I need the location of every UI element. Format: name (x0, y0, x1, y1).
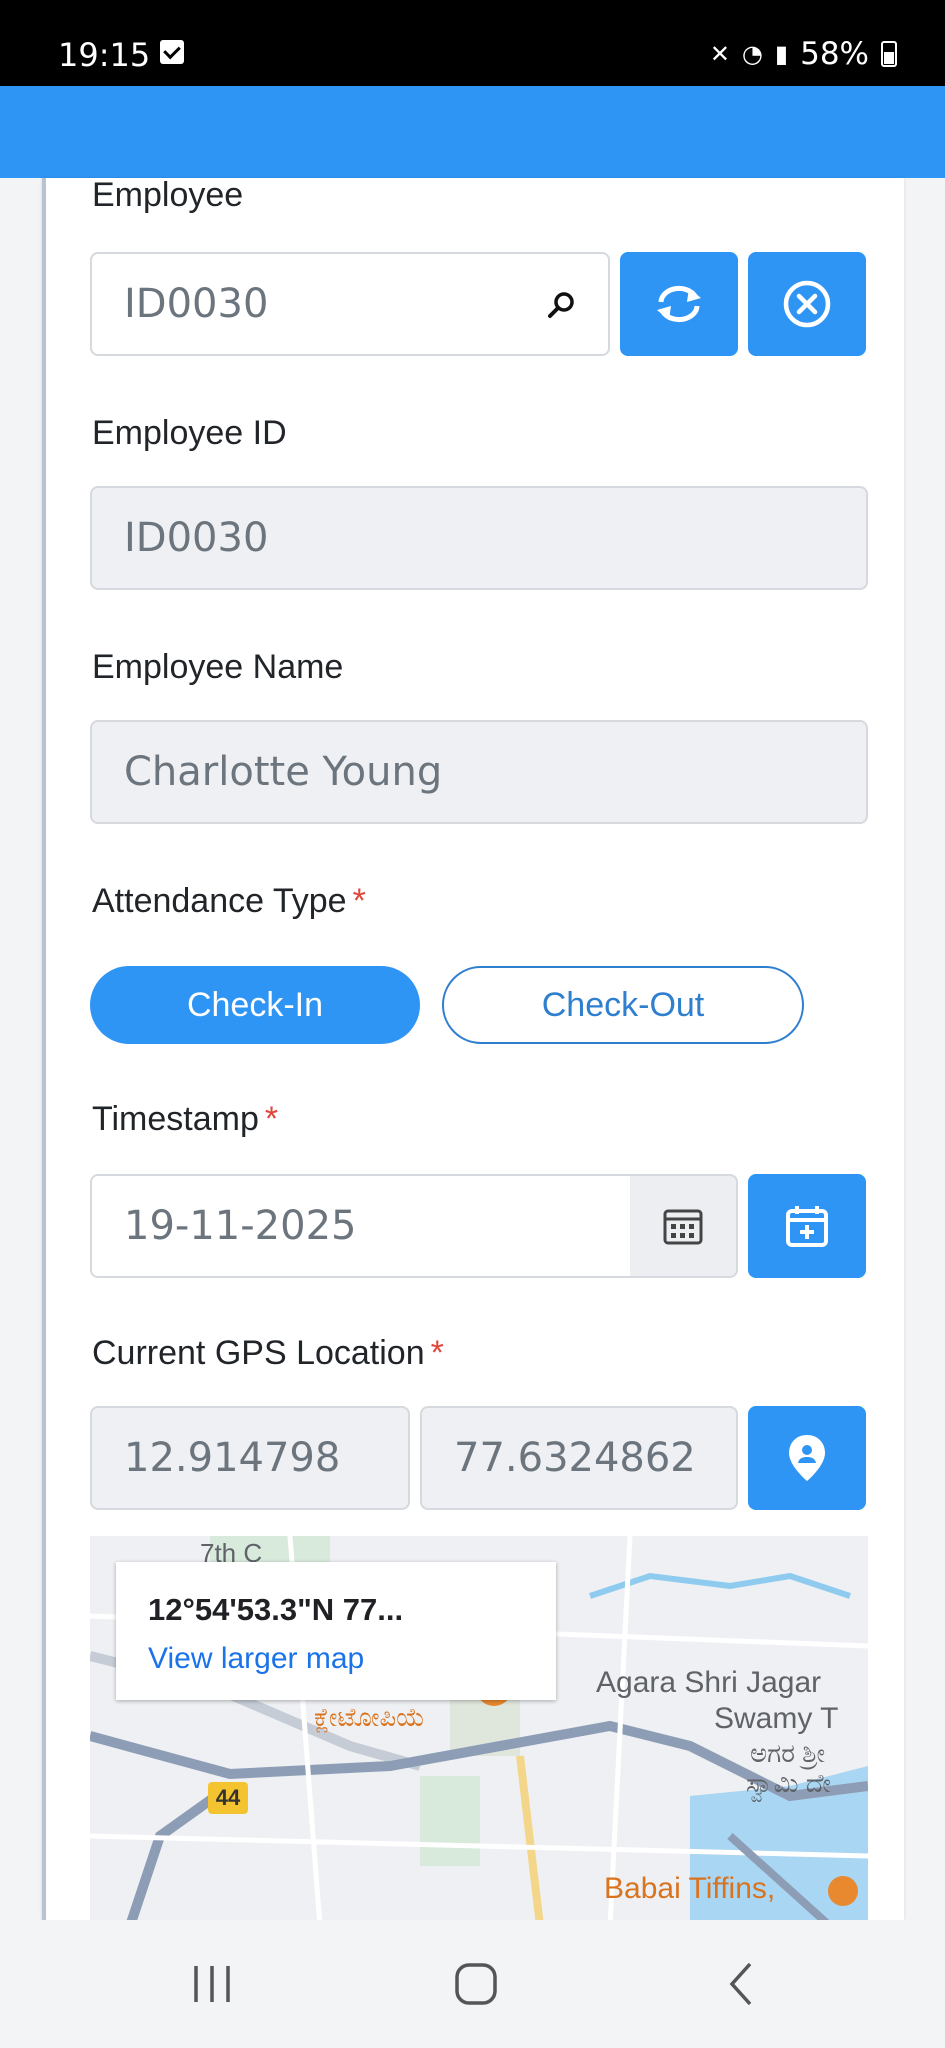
signal-icon: ▮ (774, 40, 789, 68)
check-in-toggle[interactable]: Check-In (90, 966, 420, 1044)
status-time: 19:15 (58, 36, 151, 74)
location-icon (789, 1435, 825, 1481)
location-map[interactable]: 7th C ಕ್ಲೇಟೋಪಿಯೆ Agara Shri Jagar Swamy … (90, 1536, 868, 1920)
employee-name-value: Charlotte Young (124, 749, 443, 795)
battery-percent: 58% (800, 36, 869, 72)
set-timestamp-button[interactable] (748, 1174, 866, 1278)
latitude-value: 12.914798 (124, 1435, 341, 1481)
gps-text: Current GPS Location (92, 1334, 425, 1372)
required-marker: * (264, 1100, 279, 1138)
map-label-agara-2: Swamy T (714, 1702, 839, 1735)
calendar-add-icon (786, 1206, 828, 1247)
refresh-icon (657, 285, 701, 323)
longitude-field: 77.6324862 (420, 1406, 738, 1510)
back-icon[interactable] (722, 1960, 762, 2008)
view-larger-map-link[interactable]: View larger map (148, 1642, 364, 1676)
app-bar (0, 86, 945, 178)
employee-search-input[interactable]: ID0030 (90, 252, 610, 356)
employee-id-label: Employee ID (92, 414, 287, 452)
notification-check-icon (160, 40, 184, 64)
get-location-button[interactable] (748, 1406, 866, 1510)
required-marker: * (352, 882, 366, 920)
restaurant-pin-icon[interactable] (828, 1876, 858, 1906)
employee-name-field: Charlotte Young (90, 720, 868, 824)
attendance-type-label: Attendance Type * (92, 882, 366, 921)
employee-search-value: ID0030 (124, 281, 269, 327)
timestamp-input[interactable]: 19-11-2025 (90, 1174, 632, 1278)
required-marker: * (430, 1334, 444, 1372)
employee-name-label: Employee Name (92, 648, 344, 686)
employee-id-value: ID0030 (124, 515, 269, 561)
road-shield: 44 (208, 1782, 248, 1814)
map-label-babai: Babai Tiffins, (604, 1872, 776, 1905)
system-navigation-bar (0, 1920, 945, 2048)
battery-icon (881, 41, 897, 67)
wifi-icon: ◔ (741, 40, 763, 68)
employee-label: Employee (92, 178, 244, 214)
mute-icon: ✕ (709, 40, 730, 68)
recent-apps-icon[interactable] (188, 1960, 236, 2008)
map-label-agara-kn-1: ಅಗರ ಶ್ರೀ (750, 1738, 826, 1768)
longitude-value: 77.6324862 (454, 1435, 696, 1481)
map-info-popup: 12°54'53.3"N 77... View larger map (116, 1562, 556, 1700)
latitude-field: 12.914798 (90, 1406, 410, 1510)
clear-icon (783, 280, 831, 328)
map-label-agara-kn-2: ಸ್ವಾಮಿ ದೇ (746, 1768, 832, 1798)
check-out-toggle[interactable]: Check-Out (442, 966, 804, 1044)
map-label-agara-1: Agara Shri Jagar (596, 1666, 822, 1699)
timestamp-label: Timestamp * (92, 1100, 278, 1139)
calendar-icon (663, 1209, 703, 1245)
search-icon[interactable] (546, 290, 576, 320)
attendance-type-text: Attendance Type (92, 882, 347, 920)
refresh-button[interactable] (620, 252, 738, 356)
map-label-place-kn: ಕ್ಲೇಟೋಪಿಯೆ (314, 1702, 426, 1732)
status-bar: 19:15 ✕ ◔ ▮ 58% (0, 0, 945, 86)
calendar-picker-button[interactable] (630, 1174, 738, 1278)
employee-id-field: ID0030 (90, 486, 868, 590)
home-icon[interactable] (452, 1960, 500, 2008)
timestamp-text: Timestamp (92, 1100, 259, 1138)
clear-button[interactable] (748, 252, 866, 356)
attendance-form-card: Employee ID0030 Employee ID ID0030 Emplo… (42, 178, 904, 1920)
map-coordinates: 12°54'53.3"N 77... (148, 1592, 404, 1627)
gps-label: Current GPS Location * (92, 1334, 444, 1373)
timestamp-value: 19-11-2025 (124, 1203, 357, 1249)
status-icons: ✕ ◔ ▮ 58% (710, 36, 897, 72)
